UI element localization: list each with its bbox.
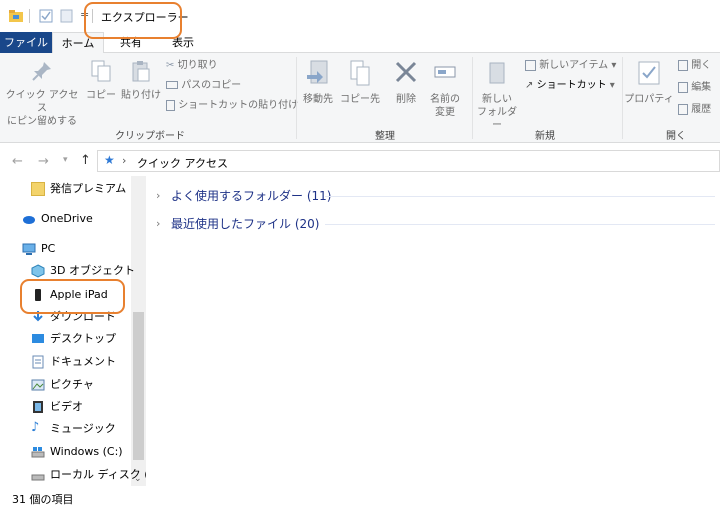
organize-group-label: 整理 [375,131,395,142]
clipboard-group-label: クリップボード [115,131,185,142]
star-icon: ★ [104,153,115,167]
cut-button[interactable]: ✂ 切り取り [166,59,218,73]
music-icon: ♪ [31,420,40,435]
pin-icon [32,62,51,81]
history-label: 履歴 [691,104,712,115]
document-icon [32,355,44,369]
copy-to-button[interactable]: コピー先 [340,59,380,106]
tab-file[interactable]: ファイル [0,32,52,53]
nav-scrollbar-thumb[interactable] [133,312,144,460]
chevron-down-icon: ▾ [609,80,615,91]
group-divider [622,57,623,139]
move-to-label: 移動先 [303,94,333,105]
group-divider [296,57,297,139]
rename-icon [434,66,456,78]
paste-button[interactable]: 貼り付け [120,59,162,102]
address-location[interactable]: クイック アクセス [137,155,228,171]
drive-icon [31,447,45,458]
history-button[interactable]: 履歴 [678,103,711,117]
delete-x-icon [395,61,417,83]
group-divider-line [325,224,715,225]
new-item-button[interactable]: 新しいアイテム ▾ [525,59,616,73]
copy-path-button[interactable]: パスのコピー [166,79,241,93]
paste-label: 貼り付け [121,90,161,101]
paste-icon [132,61,150,82]
move-to-icon [307,60,328,84]
copy-path-icon [166,81,178,89]
open-icon [678,59,688,71]
video-icon [33,401,43,413]
open-group-label: 開く [666,131,686,142]
chevron-right-icon: › [156,189,161,202]
copy-button[interactable]: コピー [84,59,118,102]
group-divider-line [325,196,715,197]
edit-label: 編集 [691,82,712,93]
copy-path-label: パスのコピー [181,80,242,91]
folder-icon [31,182,45,196]
pin-label: クイック アクセス にピン留めする [5,90,79,127]
move-to-button[interactable]: 移動先 [300,59,336,106]
group-divider [472,57,473,139]
desktop-icon [32,334,44,343]
divider [29,9,30,23]
copy-icon [91,60,111,82]
new-item-label: 新しいアイテム [539,60,609,71]
new-folder-icon [489,62,505,84]
new-folder-icon[interactable] [59,8,75,24]
annotation-ipad-highlight [20,279,125,314]
properties-label: プロパティ [624,94,674,105]
shortcut-icon: ↗ [525,80,534,91]
new-folder-label: 新しい フォルダー [477,94,517,131]
delete-label: 削除 [396,94,416,105]
shortcut-button[interactable]: ↗ ショートカット ▾ [525,79,615,93]
properties-icon [638,61,660,85]
rename-label: 名前の 変更 [430,94,460,118]
breadcrumb-chevron-icon[interactable]: › [122,154,126,167]
properties-check-icon[interactable] [38,8,54,24]
open-label: 開く [691,60,712,71]
status-bar [0,486,720,512]
copy-to-icon [350,60,370,86]
item-count: 31 個の項目 [12,493,74,506]
drive-icon [31,474,45,481]
new-group-label: 新規 [535,131,555,142]
delete-button[interactable]: 削除 [389,59,423,106]
annotation-title-highlight [84,2,182,39]
edit-icon [678,81,688,93]
new-item-icon [525,59,536,71]
new-folder-button[interactable]: 新しい フォルダー [474,59,520,132]
picture-icon [31,379,45,391]
shortcut-label: ショートカット [536,80,607,91]
up-arrow-icon[interactable]: ↑ [80,153,91,168]
paste-shortcut-button[interactable]: ショートカットの貼り付け [166,99,298,113]
pin-quick-access-button[interactable]: クイック アクセス にピン留めする [4,59,80,128]
pc-icon [22,243,36,255]
paste-shortcut-label: ショートカットの貼り付け [178,100,299,111]
history-icon [678,103,688,115]
scissors-icon: ✂ [166,60,175,71]
rename-button[interactable]: 名前の 変更 [425,59,465,119]
forward-arrow-icon[interactable]: → [38,154,49,169]
copy-to-label: コピー先 [340,94,380,105]
edit-button[interactable]: 編集 [678,81,711,95]
cube-icon [31,264,45,278]
chevron-right-icon: › [156,217,161,230]
cut-label: 切り取り [177,60,218,71]
properties-button[interactable]: プロパティ [624,59,674,106]
ribbon: クイック アクセス にピン留めする コピー 貼り付け ✂ 切り取り パスのコピー… [0,53,720,143]
copy-label: コピー [86,90,116,101]
folder-icon[interactable] [8,8,24,24]
cloud-icon [23,216,35,224]
paste-shortcut-icon [166,99,175,111]
chevron-down-icon: ▾ [611,60,617,71]
back-arrow-icon[interactable]: ← [12,154,23,169]
recent-locations-chevron-icon[interactable]: ▾ [63,155,68,165]
open-button[interactable]: 開く [678,59,711,73]
